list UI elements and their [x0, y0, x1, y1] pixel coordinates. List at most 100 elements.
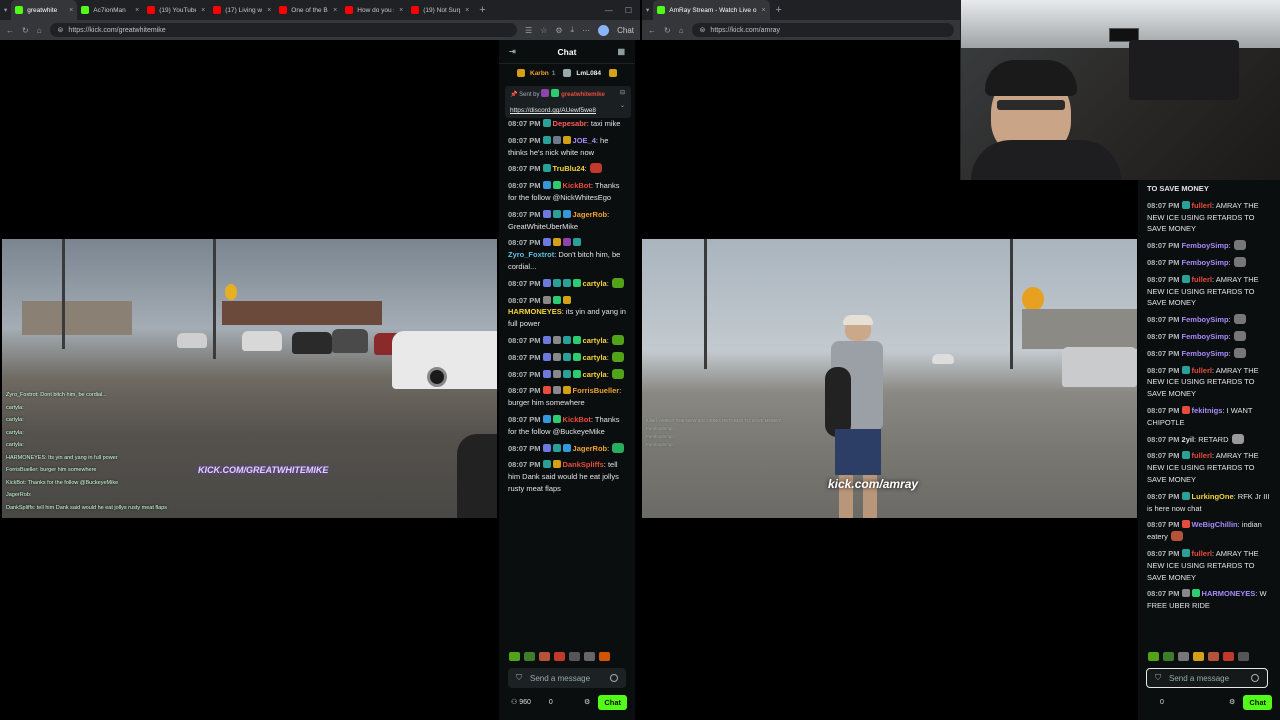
chat-message[interactable]: 08:07 PM cartyla: [508, 277, 627, 290]
url-field[interactable]: ⊜ https://kick.com/greatwhitemike [49, 23, 518, 37]
send-message-input[interactable]: ⛉ Send a message [1146, 668, 1268, 688]
more-icon[interactable]: ⋯ [582, 26, 590, 35]
chat-message[interactable]: TO SAVE MONEY [1147, 183, 1274, 195]
message-username[interactable]: JagerRob [573, 210, 608, 219]
chat-message[interactable]: 08:07 PM HARMONEYES: W FREE UBER RIDE [1147, 588, 1274, 612]
refresh-icon[interactable]: ↻ [664, 26, 671, 35]
emote-icon[interactable] [1178, 652, 1189, 661]
message-username[interactable]: fullerl [1192, 549, 1212, 558]
extensions-icon[interactable]: ⚙ [555, 26, 562, 35]
tab-search-icon[interactable]: ⤓ [571, 25, 575, 35]
chat-message[interactable]: 08:07 PM fullerl: AMRAY THE NEW ICE USING… [1147, 365, 1274, 400]
chat-message[interactable]: 08:07 PM cartyla: [508, 368, 627, 381]
chat-settings-icon[interactable]: ▦ [617, 47, 625, 56]
chat-message[interactable]: 08:07 PMZyro_Foxtrot: Don't bitch him, b… [508, 237, 627, 272]
right-video-player[interactable]: fullerl: AMRAY THE NEW ICE USING RETARDS… [642, 239, 1137, 518]
message-username[interactable]: fullerl [1192, 201, 1212, 210]
chat-message[interactable]: 08:07 PM fekitnigs: I WANT CHIPOTLE [1147, 405, 1274, 429]
browser-tab[interactable]: (17) Living with × [209, 0, 275, 20]
chat-settings-gear-icon[interactable]: ⚙ [584, 698, 590, 706]
emoji-picker-icon[interactable] [1251, 674, 1259, 682]
new-tab-button[interactable]: + [770, 4, 788, 16]
discord-link[interactable]: https://discord.gg/AUewf5we8 [510, 107, 626, 114]
browser-tab[interactable]: Ac7ionMan × [77, 0, 143, 20]
chat-message[interactable]: 08:07 PM FemboySimp: [1147, 330, 1274, 343]
close-tab-icon[interactable]: × [69, 7, 73, 14]
message-username[interactable]: cartyla [583, 370, 607, 379]
message-username[interactable]: FemboySimp [1182, 315, 1229, 324]
close-tab-icon[interactable]: × [201, 7, 205, 14]
chat-message[interactable]: 08:07 PM JagerRob: [508, 442, 627, 455]
message-username[interactable]: JOE_4 [573, 136, 596, 145]
browser-tab[interactable]: One of the Best × [275, 0, 341, 20]
bookmark-icon[interactable]: ☆ [540, 26, 547, 35]
emote-icon[interactable] [539, 652, 550, 661]
message-username[interactable]: fekitnigs [1192, 406, 1223, 415]
chat-message[interactable]: 08:07 PM WeBigChillin: indian eatery [1147, 519, 1274, 543]
message-username[interactable]: Zyro_Foxtrot [508, 250, 554, 259]
chat-message[interactable]: 08:07 PM fullerl: AMRAY THE NEW ICE USING… [1147, 274, 1274, 309]
chat-message[interactable]: 08:07 PM JOE_4: he thinks he's nick white… [508, 135, 627, 159]
message-username[interactable]: 2yil [1182, 435, 1195, 444]
site-info-icon[interactable]: ⊜ [58, 26, 64, 34]
emote-icon[interactable] [1163, 652, 1174, 661]
browser-tab[interactable]: How do you sp × [341, 0, 407, 20]
chat-message[interactable]: 08:07 PM DankSpliffs: tell him Dank said … [508, 459, 627, 494]
chat-message[interactable]: 08:07 PM fullerl: AMRAY THE NEW ICE USING… [1147, 450, 1274, 485]
emote-icon[interactable] [1238, 652, 1249, 661]
message-username[interactable]: FemboySimp [1182, 332, 1229, 341]
reader-icon[interactable]: ☰ [525, 26, 532, 35]
send-message-input[interactable]: ⛉ Send a message [508, 668, 626, 688]
back-icon[interactable]: ← [648, 26, 656, 35]
emote-icon[interactable] [554, 652, 565, 661]
sidebar-chat-toggle[interactable]: Chat [617, 26, 634, 35]
message-username[interactable]: cartyla [583, 279, 607, 288]
emote-icon[interactable] [584, 652, 595, 661]
gifter-item[interactable]: Karbn 1 [517, 69, 555, 77]
emote-icon[interactable] [1223, 652, 1234, 661]
emote-bar[interactable] [509, 652, 610, 661]
gifter-item[interactable]: LmL084 [563, 69, 601, 77]
chat-settings-gear-icon[interactable]: ⚙ [1229, 698, 1235, 706]
close-tab-icon[interactable]: × [465, 7, 469, 14]
browser-tab[interactable]: (19) YouTube × [143, 0, 209, 20]
emote-bar[interactable] [1148, 652, 1249, 661]
chat-message[interactable]: 08:07 PMHARMONEYES: its yin and yang in … [508, 295, 627, 330]
tab-amray[interactable]: AmRay Stream - Watch Live o × [653, 0, 770, 20]
message-username[interactable]: FemboySimp [1182, 349, 1229, 358]
tab-menu-icon[interactable]: ▾ [642, 0, 653, 20]
chat-message[interactable]: 08:07 PM fullerl: AMRAY THE NEW ICE USING… [1147, 548, 1274, 583]
message-username[interactable]: cartyla [583, 336, 607, 345]
browser-tab[interactable]: (19) Not Surpri × [407, 0, 473, 20]
chat-message[interactable]: 08:07 PM fullerl: AMRAY THE NEW ICE USING… [1147, 200, 1274, 235]
tab-menu-icon[interactable]: ▾ [0, 0, 11, 20]
chat-message[interactable]: 08:07 PM FemboySimp: [1147, 314, 1274, 326]
browser-tab[interactable]: greatwhite × [11, 0, 78, 20]
chat-message[interactable]: 08:07 PM 2yil: RETARD [1147, 433, 1274, 446]
chat-message[interactable]: 08:07 PM KickBot: Thanks for the follow @… [508, 414, 627, 438]
emote-icon[interactable] [599, 652, 610, 661]
expand-pinned-icon[interactable]: ⌄ [620, 102, 625, 109]
message-username[interactable]: cartyla [583, 353, 607, 362]
message-username[interactable]: TruBlu24 [553, 164, 585, 173]
chat-message[interactable]: 08:07 PM cartyla: [508, 351, 627, 364]
emote-icon[interactable] [1208, 652, 1219, 661]
chat-mod-icon[interactable]: ⛉ [516, 673, 522, 683]
chat-message[interactable]: 08:07 PM FemboySimp: [1147, 256, 1274, 269]
chat-message[interactable]: 08:07 PM LurkingOne: RFK Jr III is here n… [1147, 491, 1274, 515]
message-username[interactable]: KickBot [563, 181, 591, 190]
unpin-icon[interactable]: ⊟ [620, 89, 625, 96]
close-tab-icon[interactable]: × [135, 7, 139, 14]
home-icon[interactable]: ⌂ [37, 26, 42, 35]
message-username[interactable]: HARMONEYES [1202, 589, 1256, 598]
send-chat-button[interactable]: Chat [598, 694, 627, 710]
new-tab-button[interactable]: + [473, 4, 491, 16]
emoji-picker-icon[interactable] [610, 674, 618, 682]
emote-icon[interactable] [1148, 652, 1159, 661]
message-username[interactable]: fullerl [1192, 366, 1212, 375]
message-username[interactable]: fullerl [1192, 275, 1212, 284]
message-username[interactable]: fullerl [1192, 451, 1212, 460]
message-username[interactable]: WeBigChillin [1192, 520, 1238, 529]
message-username[interactable]: DankSpliffs [563, 460, 604, 469]
chat-message[interactable]: 08:07 PM Depesabr: taxi mike [508, 118, 627, 130]
